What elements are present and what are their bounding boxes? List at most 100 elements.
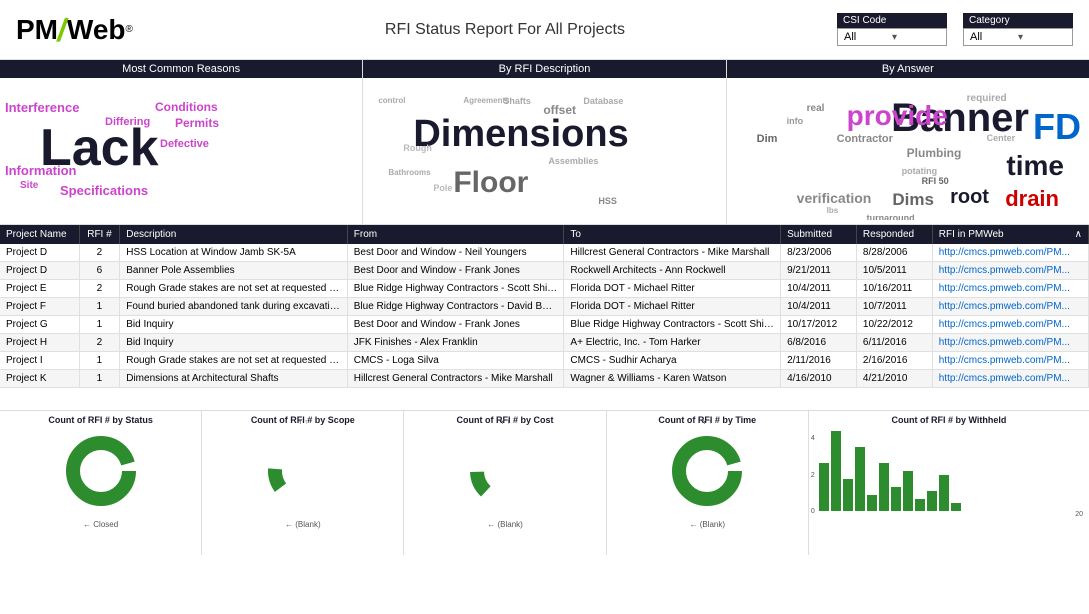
donut-label-cost-y: Y ↑ [500, 419, 510, 426]
col-header-link: RFI in PMWeb ∧ [932, 225, 1088, 244]
rfi-link: http://cmcs.pmweb.com/PM... [939, 355, 1070, 366]
bar-x-axis: 20 [817, 511, 1087, 518]
donut-svg-time [667, 431, 747, 511]
cell-from: Blue Ridge Highway Contractors - David B… [347, 298, 564, 316]
word-center: Center [987, 133, 1016, 143]
logo-web: Web [67, 14, 126, 46]
table-row: Project I 1 Rough Grade stakes are not s… [0, 352, 1089, 370]
rfi-link: http://cmcs.pmweb.com/PM... [939, 373, 1070, 384]
table-row: Project F 1 Found buried abandoned tank … [0, 298, 1089, 316]
cell-to: Florida DOT - Michael Ritter [564, 298, 781, 316]
cell-responded: 10/5/2011 [856, 262, 932, 280]
cell-link[interactable]: http://cmcs.pmweb.com/PM... [932, 280, 1088, 298]
cell-project: Project K [0, 370, 79, 388]
cell-link[interactable]: http://cmcs.pmweb.com/PM... [932, 352, 1088, 370]
donut-scope: Y ↑ ← (Blank) [263, 431, 343, 511]
cell-to: Wagner & Williams - Karen Watson [564, 370, 781, 388]
word-control: control [378, 96, 405, 105]
rfi-link: http://cmcs.pmweb.com/PM... [939, 337, 1070, 348]
cell-from: Hillcrest General Contractors - Mike Mar… [347, 370, 564, 388]
table-header-row: Project Name RFI # Description From To S… [0, 225, 1089, 244]
cell-rfi: 2 [79, 244, 120, 262]
bar-item [879, 463, 889, 511]
cell-submitted: 9/21/2011 [781, 262, 857, 280]
cell-submitted: 10/4/2011 [781, 298, 857, 316]
cell-rfi: 1 [79, 370, 120, 388]
cell-submitted: 2/11/2016 [781, 352, 857, 370]
word-offset: offset [543, 103, 576, 117]
category-value: All [970, 31, 1018, 43]
bar-chart-bars [817, 431, 1087, 511]
word-dims: Dims [892, 190, 934, 210]
cell-project: Project D [0, 262, 79, 280]
cell-link[interactable]: http://cmcs.pmweb.com/PM... [932, 370, 1088, 388]
cell-project: Project E [0, 280, 79, 298]
word-assemblies: Assemblies [548, 156, 598, 166]
cell-to: CMCS - Sudhir Acharya [564, 352, 781, 370]
cell-submitted: 10/4/2011 [781, 280, 857, 298]
table-row: Project G 1 Bid Inquiry Best Door and Wi… [0, 316, 1089, 334]
word-real: real [807, 103, 825, 114]
cloud-title-reasons: Most Common Reasons [0, 60, 362, 78]
col-header-rfi: RFI # [79, 225, 120, 244]
word-hss: HSS [598, 196, 617, 206]
cell-from: Best Door and Window - Neil Youngers [347, 244, 564, 262]
cell-submitted: 6/8/2016 [781, 334, 857, 352]
word-differing: Differing [105, 116, 150, 128]
word-database: Database [583, 96, 623, 106]
table-row: Project D 6 Banner Pole Assemblies Best … [0, 262, 1089, 280]
bar-item [867, 495, 877, 511]
word-interference: Interference [5, 100, 79, 115]
chart-title-withheld: Count of RFI # by Withheld [891, 415, 1006, 425]
rfi-table-section: Project Name RFI # Description From To S… [0, 225, 1089, 410]
cell-link[interactable]: http://cmcs.pmweb.com/PM... [932, 334, 1088, 352]
chart-panel-time: Count of RFI # by Time Y ↑ ← (Blank) [607, 411, 809, 555]
cell-submitted: 8/23/2006 [781, 244, 857, 262]
cell-rfi: 1 [79, 352, 120, 370]
cell-desc: Bid Inquiry [120, 316, 348, 334]
bar-item [831, 431, 841, 511]
bar-item [951, 503, 961, 511]
word-drain: drain [1005, 186, 1059, 212]
table-row: Project K 1 Dimensions at Architectural … [0, 370, 1089, 388]
page-title: RFI Status Report For All Projects [173, 21, 837, 39]
cell-to: Blue Ridge Highway Contractors - Scott S… [564, 316, 781, 334]
cell-from: Best Door and Window - Frank Jones [347, 262, 564, 280]
donut-svg-cost [465, 431, 545, 511]
cell-responded: 2/16/2016 [856, 352, 932, 370]
cell-link[interactable]: http://cmcs.pmweb.com/PM... [932, 244, 1088, 262]
header: PM / Web ® RFI Status Report For All Pro… [0, 0, 1089, 60]
word-verification: verification [797, 190, 872, 206]
word-pole: Pole [433, 183, 452, 193]
cell-responded: 8/28/2006 [856, 244, 932, 262]
cell-submitted: 4/16/2010 [781, 370, 857, 388]
cell-from: JFK Finishes - Alex Franklin [347, 334, 564, 352]
cell-desc: Found buried abandoned tank during excav… [120, 298, 348, 316]
bar-item [843, 479, 853, 511]
cell-desc: HSS Location at Window Jamb SK-5A [120, 244, 348, 262]
cell-responded: 6/11/2016 [856, 334, 932, 352]
col-header-responded: Responded [856, 225, 932, 244]
cell-link[interactable]: http://cmcs.pmweb.com/PM... [932, 316, 1088, 334]
cloud-panel-reasons: Most Common Reasons Lack Interference Co… [0, 60, 363, 224]
cell-link[interactable]: http://cmcs.pmweb.com/PM... [932, 298, 1088, 316]
word-rfi50: RFI 50 [922, 176, 949, 186]
cell-desc: Rough Grade stakes are not set at reques… [120, 280, 348, 298]
table-row: Project E 2 Rough Grade stakes are not s… [0, 280, 1089, 298]
donut-label-scope-blank: ← (Blank) [263, 520, 343, 529]
cell-submitted: 10/17/2012 [781, 316, 857, 334]
cell-project: Project D [0, 244, 79, 262]
col-header-project: Project Name [0, 225, 79, 244]
csi-code-select[interactable]: All ▾ [837, 28, 947, 46]
word-lbs: lbs [827, 206, 839, 215]
cell-desc: Rough Grade stakes are not set at reques… [120, 352, 348, 370]
rfi-table: Project Name RFI # Description From To S… [0, 225, 1089, 388]
category-select[interactable]: All ▾ [963, 28, 1073, 46]
cloud-panel-answer: By Answer Banner FD time drain root Dims… [727, 60, 1089, 224]
cell-link[interactable]: http://cmcs.pmweb.com/PM... [932, 262, 1088, 280]
logo: PM / Web ® [16, 14, 133, 46]
col-header-to: To [564, 225, 781, 244]
rfi-link: http://cmcs.pmweb.com/PM... [939, 319, 1070, 330]
donut-label-time-y: Y ↑ [702, 419, 712, 426]
cell-desc: Banner Pole Assemblies [120, 262, 348, 280]
